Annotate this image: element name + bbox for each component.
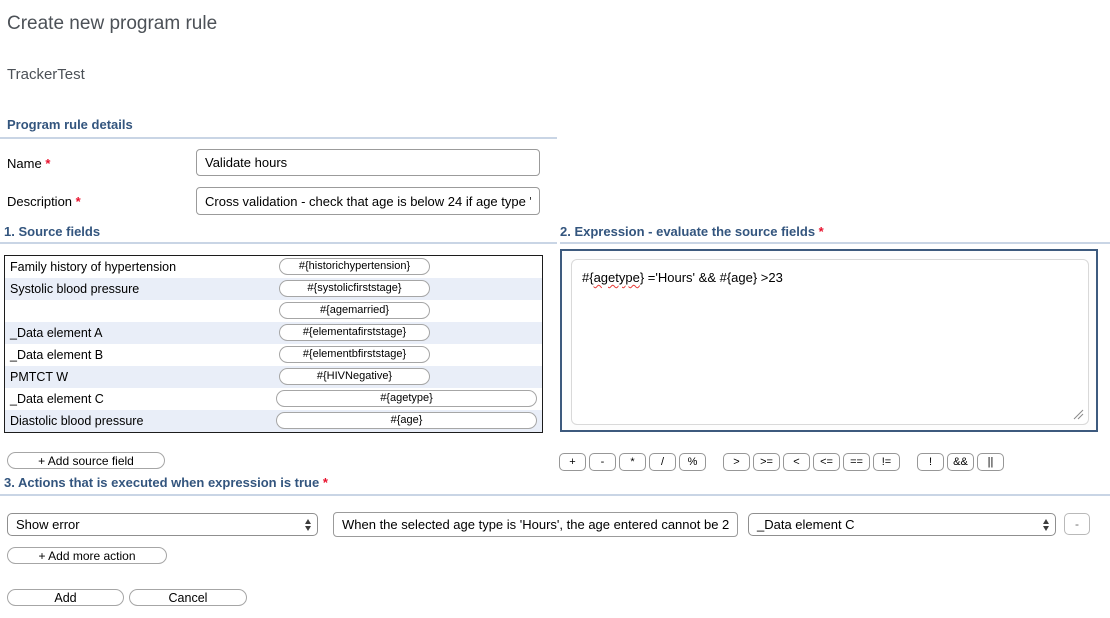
expression-panel: #{agetype} ='Hours' && #{age} >23 [560, 249, 1098, 432]
source-field-label: Diastolic blood pressure [5, 414, 143, 428]
operator-button[interactable]: && [947, 453, 974, 471]
name-label: Name * [7, 156, 50, 171]
action-type-value: Show error [16, 517, 80, 532]
source-field-code-button[interactable]: #{agetype} [276, 390, 537, 407]
source-field-code-button[interactable]: #{elementbfirststage} [279, 346, 430, 363]
operator-group: !&&|| [917, 453, 1007, 471]
operator-group: +-*/% [559, 453, 709, 471]
required-asterisk: * [76, 194, 81, 209]
expression-text: #{agetype} ='Hours' && #{age} >23 [582, 270, 783, 285]
operator-button[interactable]: ! [917, 453, 944, 471]
add-more-action-button[interactable]: + Add more action [7, 547, 167, 564]
source-field-label: PMTCT W [5, 370, 68, 384]
operator-button[interactable]: / [649, 453, 676, 471]
operator-button[interactable]: < [783, 453, 810, 471]
action-data-element-value: _Data element C [757, 517, 855, 532]
source-field-row: _Data element A #{elementafirststage} [5, 322, 542, 344]
source-field-code-button[interactable]: #{agemarried} [279, 302, 430, 319]
operator-button[interactable]: * [619, 453, 646, 471]
source-field-row: PMTCT W #{HIVNegative} [5, 366, 542, 388]
source-field-label: _Data element A [5, 326, 102, 340]
operator-button[interactable]: % [679, 453, 706, 471]
remove-action-button[interactable]: - [1064, 513, 1090, 535]
operator-button[interactable]: || [977, 453, 1004, 471]
operator-toolbar: +-*/%>>=<<===!=!&&|| [559, 452, 1007, 471]
action-data-element-select[interactable]: _Data element C [748, 513, 1056, 536]
action-message-input[interactable] [333, 512, 738, 537]
source-field-row: _Data element C #{agetype} [5, 388, 542, 410]
source-field-row: Family history of hypertension #{historic… [5, 256, 542, 278]
source-field-row: _Data element B #{elementbfirststage} [5, 344, 542, 366]
actions-header: 3. Actions that is executed when express… [0, 475, 1110, 496]
source-field-row: Diastolic blood pressure #{age} [5, 410, 542, 432]
source-fields-table: Family history of hypertension #{historic… [4, 255, 543, 433]
details-header-label: Program rule details [7, 117, 133, 132]
select-arrows-icon [305, 519, 311, 531]
program-name: TrackerTest [7, 66, 85, 83]
source-field-code-button[interactable]: #{historichypertension} [279, 258, 430, 275]
source-field-code-button[interactable]: #{systolicfirststage} [279, 280, 430, 297]
source-field-row: Systolic blood pressure #{systolicfirstst… [5, 278, 542, 300]
source-field-code-button[interactable]: #{age} [276, 412, 537, 429]
operator-button[interactable]: != [873, 453, 900, 471]
expression-textarea[interactable]: #{agetype} ='Hours' && #{age} >23 [571, 259, 1089, 425]
operator-button[interactable]: == [843, 453, 870, 471]
operator-button[interactable]: + [559, 453, 586, 471]
description-input[interactable] [196, 187, 540, 215]
misspelled-word: agetype [594, 270, 640, 285]
name-input[interactable] [196, 149, 540, 176]
cancel-button[interactable]: Cancel [129, 589, 247, 606]
required-asterisk: * [323, 475, 328, 490]
add-source-field-button[interactable]: + Add source field [7, 452, 165, 469]
required-asterisk: * [45, 156, 50, 171]
source-field-code-button[interactable]: #{elementafirststage} [279, 324, 430, 341]
operator-button[interactable]: - [589, 453, 616, 471]
source-fields-header: 1. Source fields [0, 224, 557, 244]
action-type-select[interactable]: Show error [7, 513, 318, 536]
source-field-label: Family history of hypertension [5, 260, 176, 274]
page-title: Create new program rule [7, 13, 217, 35]
operator-group: >>=<<===!= [723, 453, 903, 471]
source-field-label: _Data element B [5, 348, 103, 362]
select-arrows-icon [1043, 519, 1049, 531]
required-asterisk: * [819, 224, 824, 239]
operator-button[interactable]: <= [813, 453, 840, 471]
expression-header: 2. Expression - evaluate the source fiel… [560, 224, 1110, 244]
details-header: Program rule details [0, 117, 557, 139]
add-button[interactable]: Add [7, 589, 124, 606]
source-field-row: #{agemarried} [5, 300, 542, 322]
operator-button[interactable]: > [723, 453, 750, 471]
source-field-label: _Data element C [5, 392, 104, 406]
description-label: Description * [7, 194, 81, 209]
source-field-code-button[interactable]: #{HIVNegative} [279, 368, 430, 385]
resize-handle-icon[interactable] [1073, 409, 1084, 420]
operator-button[interactable]: >= [753, 453, 780, 471]
source-field-label: Systolic blood pressure [5, 282, 139, 296]
create-program-rule-page: Create new program rule TrackerTest Prog… [0, 0, 1110, 618]
